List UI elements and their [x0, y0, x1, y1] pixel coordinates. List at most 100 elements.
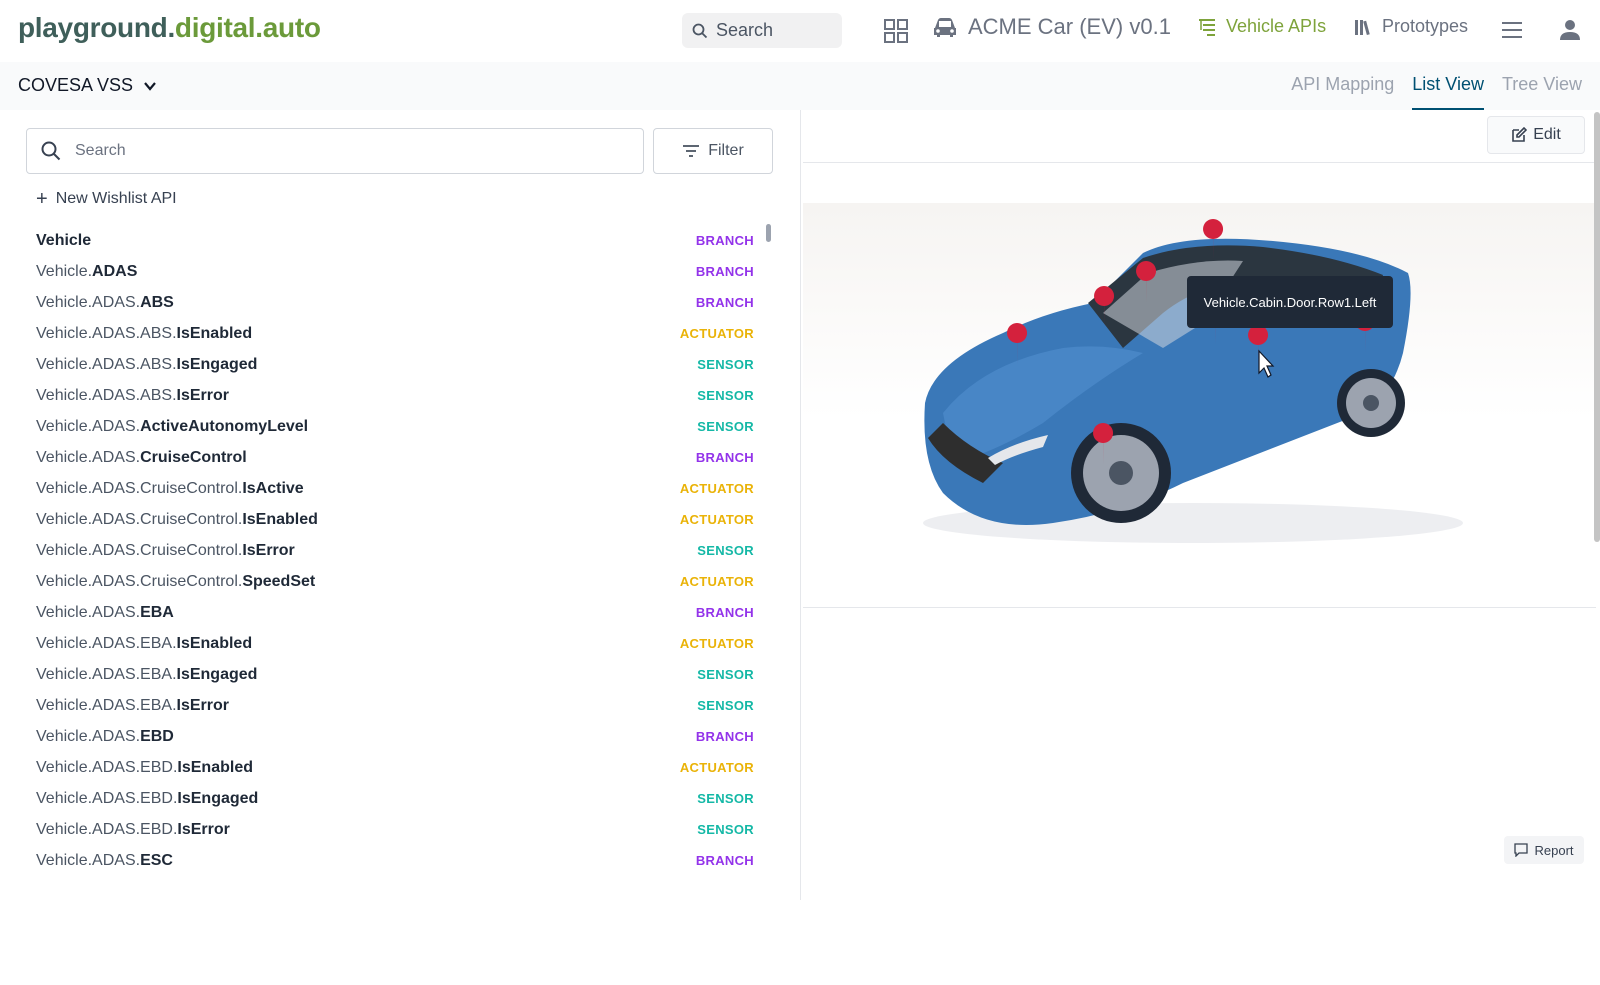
api-list-item[interactable]: Vehicle.ADAS.CruiseControl.IsActive ACTUA… — [36, 473, 754, 504]
api-list-scrollbar[interactable] — [766, 224, 771, 242]
api-list-item[interactable]: Vehicle.ADAS.EBA.IsError SENSOR — [36, 690, 754, 721]
api-path: Vehicle.ADAS.EBD — [36, 728, 174, 746]
filter-icon — [683, 145, 700, 157]
report-button[interactable]: Report — [1504, 836, 1584, 864]
api-path-leaf: IsEngaged — [176, 355, 258, 373]
api-tooltip: Vehicle.Cabin.Door.Row1.Left — [1187, 276, 1393, 328]
api-path-prefix: Vehicle.ADAS.CruiseControl. — [36, 541, 243, 559]
api-path: Vehicle.ADAS.EBA.IsEngaged — [36, 666, 257, 684]
api-path: Vehicle.ADAS.CruiseControl.IsError — [36, 542, 295, 560]
hamburger-menu-icon[interactable] — [1502, 21, 1522, 39]
api-type-badge: ACTUATOR — [679, 636, 754, 651]
global-search-label: Search — [716, 20, 774, 40]
api-list-item[interactable]: Vehicle.ADAS BRANCH — [36, 256, 754, 287]
api-list-item[interactable]: Vehicle.ADAS.EBD.IsEngaged SENSOR — [36, 783, 754, 814]
api-path-leaf: IsError — [176, 696, 229, 714]
standard-selector[interactable]: COVESA VSS — [18, 75, 157, 96]
tab-tree-view[interactable]: Tree View — [1502, 62, 1582, 110]
api-path-prefix: Vehicle.ADAS. — [36, 727, 141, 745]
api-path-leaf: IsEnabled — [177, 758, 253, 776]
apps-grid-icon[interactable] — [884, 19, 908, 43]
api-list-item[interactable]: Vehicle.ADAS.EBA.IsEnabled ACTUATOR — [36, 628, 754, 659]
api-list-item[interactable]: Vehicle.ADAS.CruiseControl BRANCH — [36, 442, 754, 473]
api-path-prefix: Vehicle.ADAS.EBD. — [36, 820, 178, 838]
api-path-prefix: Vehicle.ADAS.CruiseControl. — [36, 479, 243, 497]
api-path-prefix: Vehicle.ADAS.EBD. — [36, 758, 178, 776]
api-type-badge: SENSOR — [697, 822, 754, 837]
api-list-item[interactable]: Vehicle.ADAS.ABS.IsEngaged SENSOR — [36, 349, 754, 380]
api-type-badge: SENSOR — [697, 698, 754, 713]
api-path-leaf: ActiveAutonomyLevel — [140, 417, 309, 435]
global-search[interactable]: Search — [682, 13, 842, 48]
api-list-item[interactable]: Vehicle BRANCH — [36, 225, 754, 256]
api-path: Vehicle.ADAS.ABS.IsError — [36, 387, 229, 405]
api-list-item[interactable]: Vehicle.ADAS.EBD BRANCH — [36, 721, 754, 752]
api-path-leaf: CruiseControl — [140, 448, 247, 466]
api-type-badge: SENSOR — [697, 357, 754, 372]
api-list-item[interactable]: Vehicle.ADAS.CruiseControl.IsError SENSOR — [36, 535, 754, 566]
comment-icon — [1514, 843, 1529, 857]
api-path-leaf: SpeedSet — [242, 572, 316, 590]
api-path: Vehicle.ADAS.ABS — [36, 294, 174, 312]
nav-vehicle-apis[interactable]: Vehicle APIs — [1197, 16, 1326, 37]
api-path-prefix: Vehicle. — [36, 262, 93, 280]
api-search-input[interactable]: Search — [26, 128, 644, 174]
car-3d-model — [923, 219, 1463, 543]
logo-part-2: digital.auto — [174, 12, 321, 43]
api-type-badge: BRANCH — [695, 605, 754, 620]
car-model-selector[interactable]: ACME Car (EV) v0.1 — [932, 14, 1171, 40]
chevron-down-icon — [144, 81, 156, 91]
api-type-badge: ACTUATOR — [679, 512, 754, 527]
api-path-leaf: IsActive — [242, 479, 304, 497]
api-path: Vehicle.ADAS.ESC — [36, 852, 173, 870]
edit-pencil-icon — [1512, 127, 1528, 142]
api-list-item[interactable]: Vehicle.ADAS.ActiveAutonomyLevel SENSOR — [36, 411, 754, 442]
tab-api-mapping[interactable]: API Mapping — [1291, 62, 1394, 110]
api-list-item[interactable]: Vehicle.ADAS.EBD.IsError SENSOR — [36, 814, 754, 845]
api-list-item[interactable]: Vehicle.ADAS.CruiseControl.SpeedSet ACTUA… — [36, 566, 754, 597]
vehicle-3d-viewer[interactable]: Vehicle.Cabin.Door.Row1.Left — [803, 162, 1596, 608]
tab-list-view[interactable]: List View — [1412, 62, 1484, 110]
api-type-badge: SENSOR — [697, 419, 754, 434]
viewer-scrollbar[interactable] — [1594, 112, 1600, 542]
api-path-prefix: Vehicle.ADAS. — [36, 417, 141, 435]
api-path-leaf: IsError — [242, 541, 295, 559]
filter-button-label: Filter — [708, 142, 744, 159]
api-list-item[interactable]: Vehicle.ADAS.EBD.IsEnabled ACTUATOR — [36, 752, 754, 783]
search-icon — [41, 141, 61, 161]
api-path-leaf: ADAS — [92, 262, 138, 280]
report-button-label: Report — [1534, 842, 1574, 858]
new-wishlist-api-button[interactable]: + New Wishlist API — [36, 189, 177, 209]
api-list-item[interactable]: Vehicle.ADAS.ABS BRANCH — [36, 287, 754, 318]
api-path-leaf: IsEnabled — [176, 324, 253, 342]
api-type-badge: SENSOR — [697, 543, 754, 558]
api-type-badge: ACTUATOR — [679, 326, 754, 341]
api-list-item[interactable]: Vehicle.ADAS.ABS.IsEnabled ACTUATOR — [36, 318, 754, 349]
api-path-leaf: ABS — [140, 293, 174, 311]
api-path-prefix: Vehicle.ADAS.ABS. — [36, 386, 177, 404]
api-path: Vehicle.ADAS.ABS.IsEngaged — [36, 356, 257, 374]
api-list-item[interactable]: Vehicle.ADAS.CruiseControl.IsEnabled ACTU… — [36, 504, 754, 535]
api-list-item[interactable]: Vehicle.ADAS.ESC BRANCH — [36, 845, 754, 876]
api-list-item[interactable]: Vehicle.ADAS.ABS.IsError SENSOR — [36, 380, 754, 411]
api-list-item[interactable]: Vehicle.ADAS.EBA BRANCH — [36, 597, 754, 628]
user-avatar-icon[interactable] — [1559, 19, 1581, 41]
api-type-badge: ACTUATOR — [679, 574, 754, 589]
api-path-leaf: IsEngaged — [176, 665, 258, 683]
nav-prototypes[interactable]: Prototypes — [1353, 16, 1468, 37]
api-type-badge: BRANCH — [695, 295, 754, 310]
view-tabs: API Mapping List View Tree View — [1273, 62, 1582, 110]
edit-button[interactable]: Edit — [1487, 116, 1585, 154]
api-path: Vehicle.ADAS.CruiseControl — [36, 449, 247, 467]
api-path-leaf: IsError — [176, 386, 229, 404]
api-type-badge: BRANCH — [695, 233, 754, 248]
api-path: Vehicle.ADAS.ABS.IsEnabled — [36, 325, 252, 343]
api-path-prefix: Vehicle.ADAS.CruiseControl. — [36, 572, 243, 590]
filter-button[interactable]: Filter — [653, 128, 773, 174]
app-logo[interactable]: playground.digital.auto — [18, 12, 321, 44]
car-model-name: ACME Car (EV) v0.1 — [968, 14, 1171, 39]
library-icon — [1355, 19, 1370, 35]
api-list-item[interactable]: Vehicle.ADAS.EBA.IsEngaged SENSOR — [36, 659, 754, 690]
api-path-prefix: Vehicle.ADAS.CruiseControl. — [36, 510, 243, 528]
api-type-badge: SENSOR — [697, 791, 754, 806]
